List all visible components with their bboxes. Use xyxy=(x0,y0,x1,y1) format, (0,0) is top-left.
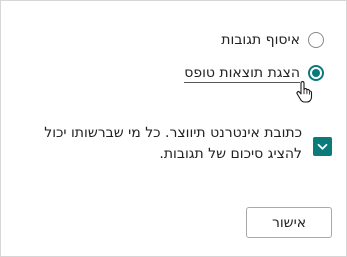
radio-button-unselected[interactable] xyxy=(308,32,324,48)
radio-option-label: איסוף תגובות xyxy=(221,32,300,48)
chevron-down-icon xyxy=(317,143,328,150)
radio-option-collect-responses[interactable]: איסוף תגובות xyxy=(221,29,324,51)
checkbox-checked[interactable] xyxy=(313,137,332,156)
hand-pointer-icon xyxy=(296,81,313,103)
checkbox-label: כתובת אינטרנט תיווצר. כל מי שברשותו יכול… xyxy=(44,125,302,162)
radio-button-selected[interactable] xyxy=(308,65,324,81)
checkbox-option-public-url[interactable]: כתובת אינטרנט תיווצר. כל מי שברשותו יכול… xyxy=(15,123,332,173)
dialog-panel: איסוף תגובות הצגת תוצאות טופס כתובת אינט… xyxy=(0,0,347,257)
ok-button[interactable]: אישור xyxy=(246,207,332,238)
radio-option-label: הצגת תוצאות טופס xyxy=(184,64,300,83)
